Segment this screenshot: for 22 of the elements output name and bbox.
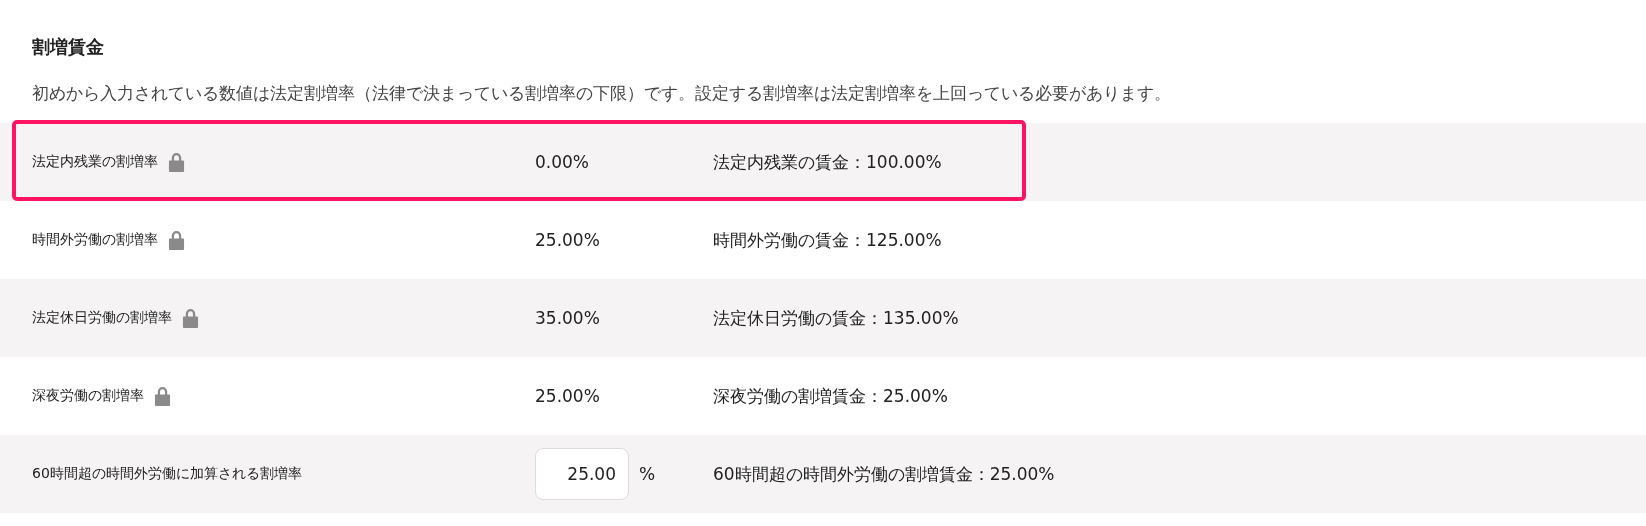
- wage-text: 60時間超の時間外労働の割増賃金：25.00%: [713, 463, 1055, 484]
- lock-icon: [154, 385, 171, 407]
- wage-text: 法定内残業の賃金：100.00%: [713, 151, 942, 172]
- rate-value: 35.00%: [535, 308, 600, 328]
- description-text: 初めから入力されている数値は法定割増率（法律で決まっている割増率の下限）です。設定する割増率は法定割増率を上回っている必要があります。: [31, 83, 1172, 105]
- percent-unit: %: [639, 464, 656, 484]
- wage-text: 法定休日労働の賃金：135.00%: [713, 307, 959, 328]
- rate-value: 0.00%: [535, 152, 589, 172]
- rate-value: 25.00%: [535, 386, 600, 406]
- lock-icon: [182, 307, 199, 329]
- section-title: 割増賃金: [31, 35, 105, 59]
- rate-label: 法定休日労働の割増率: [32, 309, 172, 327]
- rate-label: 時間外労働の割増率: [32, 231, 158, 249]
- lock-icon: [168, 151, 185, 173]
- rate-label: 深夜労働の割増率: [32, 387, 144, 405]
- rate-label: 法定内残業の割増率: [32, 153, 158, 171]
- wage-text: 深夜労働の割増賃金：25.00%: [713, 385, 948, 406]
- rate-input[interactable]: 25.00: [535, 448, 629, 500]
- wage-text: 時間外労働の賃金：125.00%: [713, 229, 942, 250]
- rate-value: 25.00%: [535, 230, 600, 250]
- lock-icon: [168, 229, 185, 251]
- rate-label: 60時間超の時間外労働に加算される割増率: [32, 465, 302, 483]
